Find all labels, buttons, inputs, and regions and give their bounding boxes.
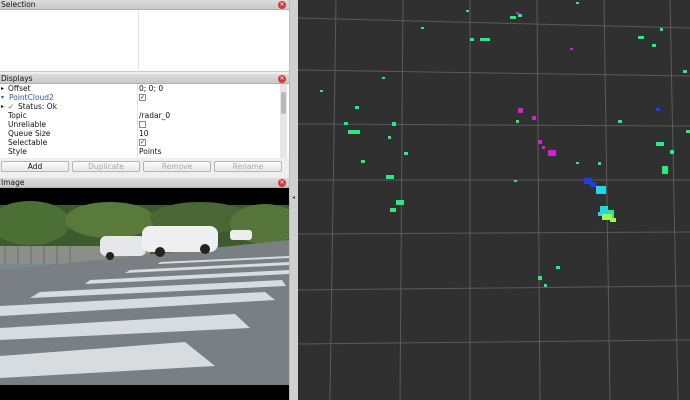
- rename-button[interactable]: Rename: [214, 161, 282, 172]
- property-label: Topic: [8, 111, 27, 120]
- style-value[interactable]: Points: [139, 147, 162, 156]
- property-label: Offset: [8, 84, 31, 93]
- triangle-down-icon[interactable]: ▾: [1, 93, 4, 102]
- close-icon[interactable]: ✕: [278, 1, 286, 9]
- property-label: Queue Size: [8, 129, 51, 138]
- camera-image: [0, 188, 289, 400]
- column-divider: [138, 10, 139, 72]
- close-icon[interactable]: ✕: [278, 179, 286, 187]
- tree-row-queue-size[interactable]: Queue Size 10: [0, 129, 289, 138]
- duplicate-button[interactable]: Duplicate: [72, 161, 140, 172]
- image-panel-header: Image ✕: [0, 178, 289, 188]
- display-name: PointCloud2: [9, 93, 54, 102]
- render-canvas[interactable]: [298, 0, 690, 400]
- triangle-right-icon[interactable]: ▸: [1, 84, 4, 93]
- unreliable-checkbox[interactable]: [139, 121, 146, 128]
- radar-points-blue: [584, 108, 660, 187]
- queue-size-value[interactable]: 10: [139, 129, 149, 138]
- radar-points: [320, 2, 690, 287]
- tree-row-status[interactable]: ▸ ✓ Status: Ok: [0, 102, 289, 111]
- property-label: Unreliable: [8, 120, 46, 129]
- tree-row-unreliable[interactable]: Unreliable: [0, 120, 289, 129]
- displays-button-bar: Add Duplicate Remove Rename: [0, 158, 289, 176]
- displays-scrollbar[interactable]: [280, 84, 287, 158]
- selectable-checkbox[interactable]: ✓: [139, 139, 146, 146]
- triangle-right-icon[interactable]: ▸: [1, 102, 4, 111]
- image-panel-title: Image: [1, 178, 25, 187]
- selection-tree[interactable]: [0, 10, 289, 72]
- checkmark-icon: ✓: [8, 102, 15, 111]
- displays-tree[interactable]: ▸ Offset 0; 0; 0 ▾ PointCloud2 ✓ ▸ ✓ Sta…: [0, 84, 289, 158]
- property-label: Selectable: [8, 138, 48, 147]
- tree-row-pointcloud2[interactable]: ▾ PointCloud2 ✓: [0, 93, 289, 102]
- close-icon[interactable]: ✕: [278, 75, 286, 83]
- topic-value[interactable]: /radar_0: [139, 111, 170, 120]
- remove-button[interactable]: Remove: [143, 161, 211, 172]
- 3d-viewport[interactable]: [298, 0, 690, 400]
- property-label: Style: [8, 147, 27, 156]
- tree-row-selectable[interactable]: Selectable ✓: [0, 138, 289, 147]
- displays-panel-title: Displays: [1, 74, 33, 83]
- tree-row-style[interactable]: Style Points: [0, 147, 289, 156]
- status-label: Status: Ok: [18, 102, 58, 111]
- tree-row-topic[interactable]: Topic /radar_0: [0, 111, 289, 120]
- add-button[interactable]: Add: [1, 161, 69, 172]
- dock-splitter[interactable]: ◂: [289, 0, 298, 400]
- radar-points-cyan: [596, 186, 608, 216]
- property-value[interactable]: 0; 0; 0: [139, 84, 163, 93]
- selection-panel-header: Selection ✕: [0, 0, 289, 10]
- enable-checkbox[interactable]: ✓: [139, 94, 146, 101]
- selection-panel-title: Selection: [1, 0, 36, 9]
- tree-row-offset[interactable]: ▸ Offset 0; 0; 0: [0, 84, 289, 93]
- radar-points-magenta: [516, 12, 573, 156]
- chevron-left-icon[interactable]: ◂: [292, 194, 295, 201]
- grid: [298, 0, 690, 400]
- displays-panel-header: Displays ✕: [0, 74, 289, 84]
- street-scene: [0, 188, 289, 400]
- scrollbar-thumb[interactable]: [281, 92, 286, 114]
- left-dock: Selection ✕ Displays ✕ ▸ Offset 0; 0; 0 …: [0, 0, 289, 400]
